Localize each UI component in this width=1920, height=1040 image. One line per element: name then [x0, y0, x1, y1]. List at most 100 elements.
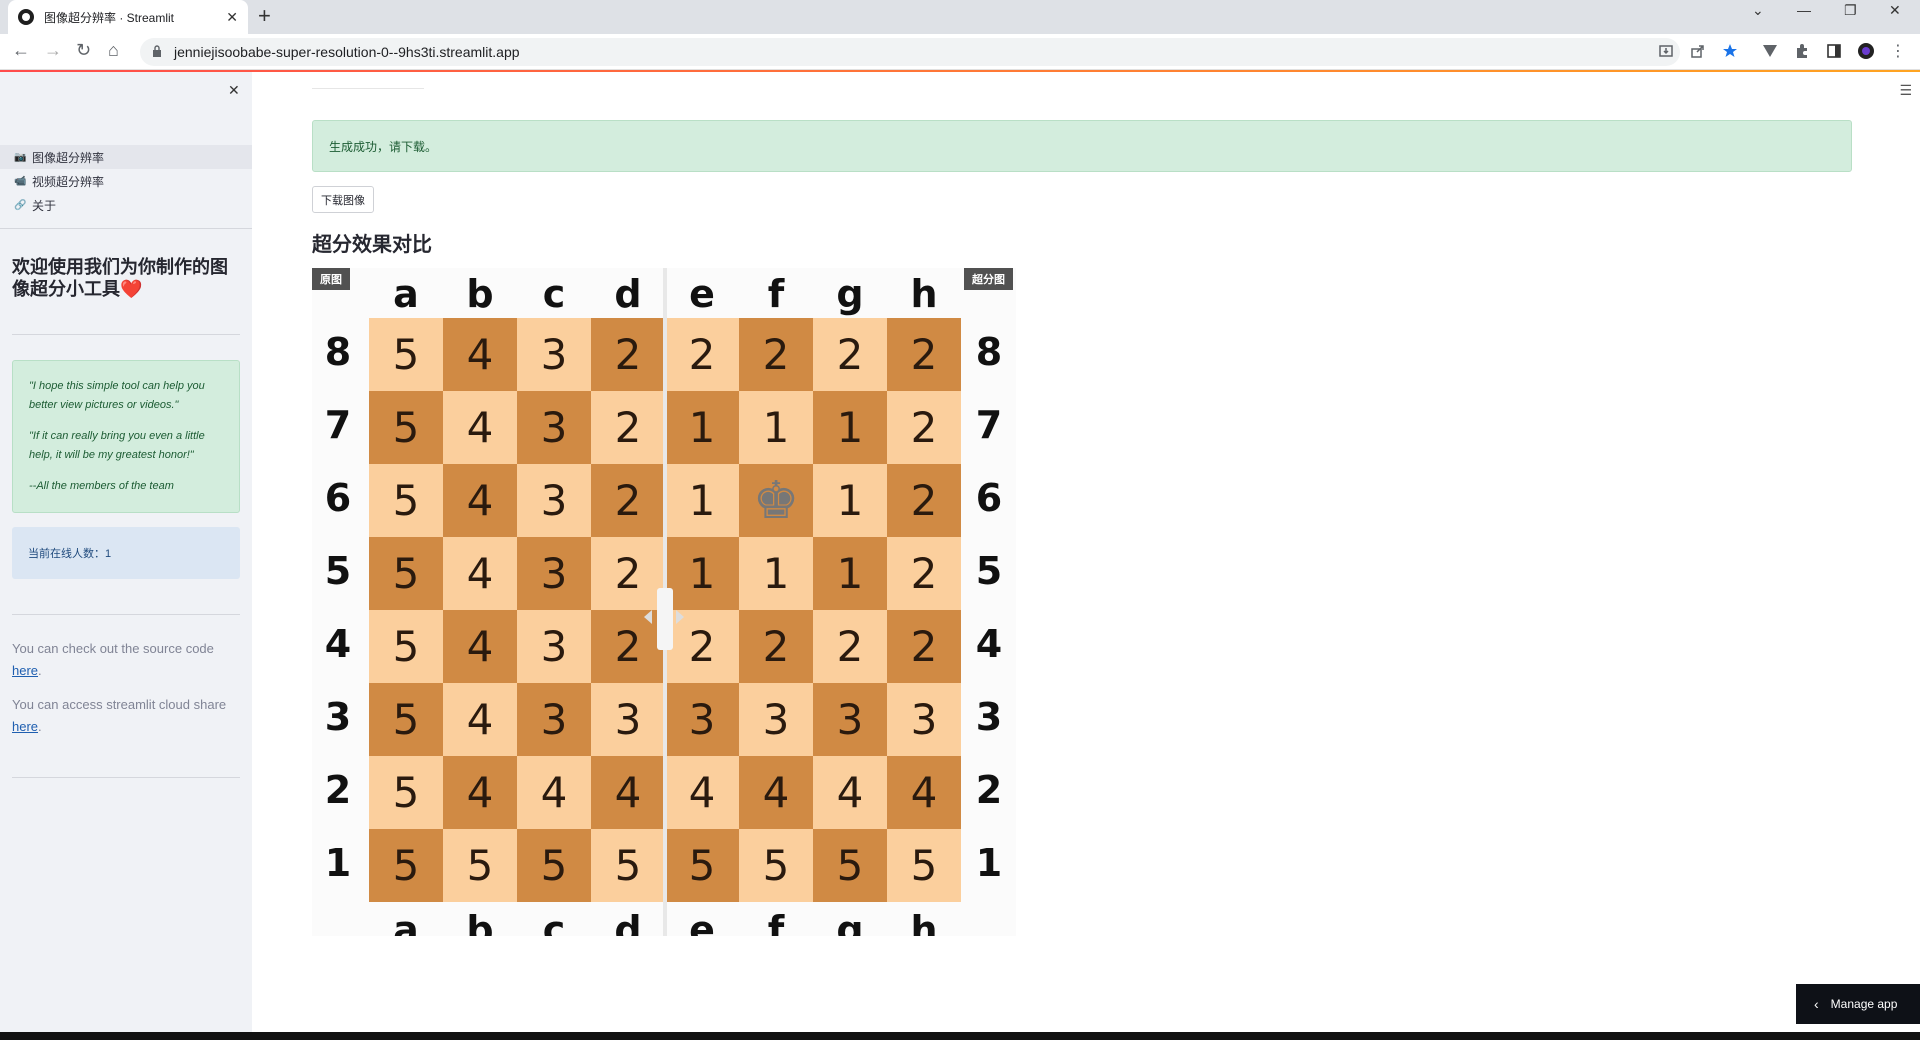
close-tab-icon[interactable]: ✕ [226, 9, 238, 26]
board-square: 5 [369, 829, 443, 902]
board-square: 5 [369, 464, 443, 537]
restore-icon[interactable]: ❐ [1844, 2, 1857, 19]
vue-devtools-icon[interactable] [1762, 43, 1778, 59]
file-label-d: d [614, 272, 642, 316]
rank-label-8: 8 [975, 330, 1003, 374]
file-label-g: g [836, 908, 864, 936]
rank-label-5: 5 [975, 549, 1003, 593]
rank-label-8: 8 [324, 330, 352, 374]
os-taskbar [0, 1032, 1920, 1040]
online-count-box: 当前在线人数：1 [12, 527, 240, 579]
browser-tab-bar: 图像超分辨率 · Streamlit ✕ + ⌄ — ❐ ✕ [0, 0, 1920, 34]
board-square: 1 [813, 537, 887, 610]
close-window-icon[interactable]: ✕ [1889, 2, 1901, 19]
rank-label-2: 2 [324, 768, 352, 812]
board-square: 3 [517, 610, 591, 683]
board-square: 4 [443, 537, 517, 610]
board-square: 4 [813, 756, 887, 829]
board-square: 2 [887, 610, 961, 683]
board-square: 2 [591, 318, 665, 391]
board-square: 3 [591, 683, 665, 756]
browser-menu-icon[interactable]: ⋮ [1890, 41, 1906, 61]
side-panel-icon[interactable] [1826, 43, 1842, 59]
board-square: 1 [739, 537, 813, 610]
manage-app-button[interactable]: ‹ Manage app [1796, 984, 1920, 1024]
file-label-g: g [836, 272, 864, 316]
minimize-icon[interactable]: — [1797, 2, 1811, 18]
board-square: 5 [369, 683, 443, 756]
sidebar-item-image-sr[interactable]: 📷 图像超分辨率 [0, 145, 252, 169]
file-label-f: f [767, 908, 785, 936]
board-square: 5 [739, 829, 813, 902]
url-text: jenniejisoobabe-super-resolution-0--9hs3… [174, 44, 520, 60]
sidebar-divider [12, 614, 240, 615]
sidebar-item-label: 视频超分辨率 [32, 174, 105, 189]
image-comparison-slider[interactable]: aabbccddeeffgghh887766554433221154322222… [312, 268, 1016, 936]
source-code-note: You can check out the source code here. [12, 638, 242, 682]
slider-right-arrow-icon [676, 610, 684, 624]
board-square: 4 [443, 464, 517, 537]
hamburger-menu-icon[interactable]: ☰ [1899, 82, 1912, 99]
cloud-share-text: You can access streamlit cloud share [12, 697, 227, 712]
file-label-f: f [767, 272, 785, 316]
install-icon[interactable] [1658, 43, 1674, 59]
board-square: 4 [443, 756, 517, 829]
board-square: 3 [517, 464, 591, 537]
sidebar-item-about[interactable]: 🔗 关于 [0, 193, 252, 217]
extensions-icon[interactable] [1794, 43, 1810, 59]
board-square: 2 [813, 610, 887, 683]
bookmark-star-icon[interactable] [1722, 43, 1738, 59]
share-icon[interactable] [1690, 43, 1706, 59]
board-square: 1 [665, 464, 739, 537]
online-count-text: 当前在线人数：1 [28, 548, 112, 560]
url-field[interactable]: jenniejisoobabe-super-resolution-0--9hs3… [140, 38, 1680, 66]
file-label-h: h [910, 272, 938, 316]
sidebar-divider [12, 777, 240, 778]
board-square: 1 [813, 391, 887, 464]
home-icon[interactable]: ⌂ [108, 40, 119, 61]
board-square: 3 [517, 537, 591, 610]
rank-label-2: 2 [975, 768, 1003, 812]
rank-label-4: 4 [324, 622, 352, 666]
period-text: . [38, 719, 42, 734]
board-square: 2 [591, 610, 665, 683]
browser-tab[interactable]: 图像超分辨率 · Streamlit ✕ [8, 0, 248, 34]
rank-label-1: 1 [975, 841, 1003, 885]
rank-label-6: 6 [975, 476, 1003, 520]
source-code-link[interactable]: here [12, 663, 38, 678]
profile-avatar-icon[interactable] [1858, 43, 1874, 59]
team-quote-box: "I hope this simple tool can help you be… [12, 360, 240, 513]
file-label-e: e [689, 272, 715, 316]
cloud-share-link[interactable]: here [12, 719, 38, 734]
board-square: 4 [443, 318, 517, 391]
sidebar-item-label: 图像超分辨率 [32, 150, 105, 165]
file-label-c: c [542, 908, 566, 936]
board-square: 4 [887, 756, 961, 829]
file-label-b: b [466, 272, 494, 316]
streamlit-favicon-icon [18, 9, 34, 25]
sidebar-item-label: 关于 [32, 198, 57, 213]
file-label-d: d [614, 908, 642, 936]
board-square: 2 [665, 318, 739, 391]
super-resolution-label: 超分图 [964, 268, 1013, 290]
board-square: 5 [369, 537, 443, 610]
board-square: 5 [369, 318, 443, 391]
back-icon[interactable]: ← [12, 40, 30, 61]
sidebar-item-video-sr[interactable]: 📹 视频超分辨率 [0, 169, 252, 193]
original-label: 原图 [312, 268, 350, 290]
board-square: 4 [443, 391, 517, 464]
quote-line: "I hope this simple tool can help you be… [29, 380, 205, 411]
board-square: 1 [665, 391, 739, 464]
board-square: 5 [443, 829, 517, 902]
file-label-h: h [910, 908, 938, 936]
download-image-button[interactable]: 下载图像 [312, 186, 374, 213]
file-label-a: a [393, 908, 419, 936]
new-tab-icon[interactable]: + [258, 3, 271, 29]
close-sidebar-icon[interactable]: ✕ [228, 82, 240, 99]
slider-handle[interactable] [657, 588, 673, 650]
forward-icon[interactable]: → [44, 40, 62, 61]
board-square: 5 [813, 829, 887, 902]
reload-icon[interactable]: ↻ [76, 40, 91, 61]
tab-search-icon[interactable]: ⌄ [1752, 2, 1764, 19]
rank-label-7: 7 [324, 403, 352, 447]
